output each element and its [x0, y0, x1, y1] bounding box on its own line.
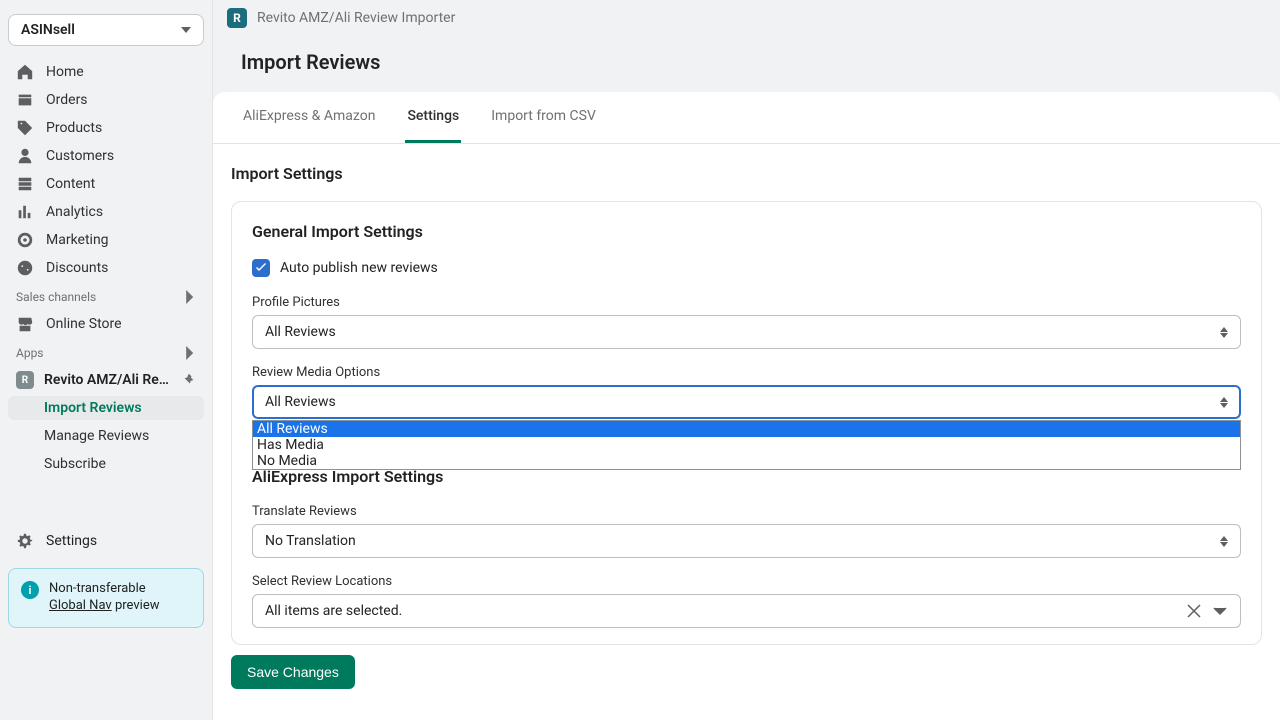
- auto-publish-label: Auto publish new reviews: [280, 260, 438, 276]
- nav-content[interactable]: Content: [8, 170, 204, 198]
- nav-marketing[interactable]: Marketing: [8, 226, 204, 254]
- store-icon: [16, 315, 34, 333]
- page-title: Import Reviews: [213, 36, 1280, 92]
- clear-icon[interactable]: [1186, 603, 1202, 619]
- tab-aliexpress-amazon[interactable]: AliExpress & Amazon: [241, 92, 377, 143]
- subnav-import-reviews[interactable]: Import Reviews: [8, 396, 204, 420]
- topbar: R Revito AMZ/Ali Review Importer: [213, 0, 1280, 36]
- settings-panel: General Import Settings Auto publish new…: [231, 201, 1262, 645]
- locations-multiselect[interactable]: All items are selected.: [252, 594, 1241, 628]
- store-name: ASINsell: [21, 22, 75, 38]
- nav-home[interactable]: Home: [8, 58, 204, 86]
- import-settings-heading: Import Settings: [231, 164, 1262, 183]
- app-name: Revito AMZ/Ali Review Importer: [257, 10, 455, 26]
- pin-icon[interactable]: [182, 373, 196, 387]
- subnav-manage-reviews[interactable]: Manage Reviews: [8, 424, 204, 448]
- info-icon: i: [21, 581, 39, 599]
- nav-online-store[interactable]: Online Store: [8, 310, 204, 338]
- nav-products[interactable]: Products: [8, 114, 204, 142]
- notice-link[interactable]: Global Nav: [49, 598, 112, 613]
- review-media-label: Review Media Options: [252, 365, 1241, 380]
- marketing-icon: [16, 231, 34, 249]
- nav-discounts[interactable]: Discounts: [8, 254, 204, 282]
- tab-import-csv[interactable]: Import from CSV: [489, 92, 598, 143]
- save-changes-button[interactable]: Save Changes: [231, 655, 355, 689]
- nav-orders[interactable]: Orders: [8, 86, 204, 114]
- translate-reviews-label: Translate Reviews: [252, 504, 1241, 519]
- translate-reviews-select[interactable]: No Translation: [252, 524, 1241, 558]
- chevron-right-icon: [182, 290, 196, 304]
- profile-pictures-label: Profile Pictures: [252, 295, 1241, 310]
- chevron-right-icon: [182, 346, 196, 360]
- nav-settings[interactable]: Settings: [8, 526, 204, 556]
- dropdown-option-all[interactable]: All Reviews: [253, 421, 1240, 437]
- subnav-subscribe[interactable]: Subscribe: [8, 452, 204, 476]
- notice-banner: i Non-transferable Global Nav preview: [8, 568, 204, 628]
- dropdown-option-no-media[interactable]: No Media: [253, 453, 1240, 469]
- auto-publish-checkbox[interactable]: [252, 259, 270, 277]
- locations-label: Select Review Locations: [252, 574, 1241, 589]
- app-logo-icon: R: [16, 371, 34, 389]
- analytics-icon: [16, 203, 34, 221]
- chevron-down-icon: [181, 25, 191, 35]
- orders-icon: [16, 91, 34, 109]
- review-media-dropdown: All Reviews Has Media No Media: [252, 420, 1241, 470]
- profile-pictures-select[interactable]: All Reviews: [252, 315, 1241, 349]
- select-caret-icon: [1220, 327, 1228, 338]
- content-icon: [16, 175, 34, 193]
- store-selector[interactable]: ASINsell: [8, 14, 204, 46]
- chevron-down-icon: [1212, 603, 1228, 619]
- nav-analytics[interactable]: Analytics: [8, 198, 204, 226]
- discounts-icon: [16, 259, 34, 277]
- notice-line1: Non-transferable: [49, 581, 159, 598]
- nav-customers[interactable]: Customers: [8, 142, 204, 170]
- sales-channels-header[interactable]: Sales channels: [8, 282, 204, 310]
- apps-header[interactable]: Apps: [8, 338, 204, 366]
- dropdown-option-has-media[interactable]: Has Media: [253, 437, 1240, 453]
- tab-settings[interactable]: Settings: [405, 92, 461, 143]
- general-settings-heading: General Import Settings: [252, 222, 1241, 241]
- home-icon: [16, 63, 34, 81]
- products-icon: [16, 119, 34, 137]
- customers-icon: [16, 147, 34, 165]
- select-caret-icon: [1220, 536, 1228, 547]
- select-caret-icon: [1220, 397, 1228, 408]
- gear-icon: [16, 532, 34, 550]
- review-media-select[interactable]: All Reviews: [252, 385, 1241, 419]
- app-revito[interactable]: R Revito AMZ/Ali Revi…: [8, 366, 204, 394]
- check-icon: [255, 262, 267, 274]
- app-logo: R: [227, 8, 247, 28]
- tabs: AliExpress & Amazon Settings Import from…: [213, 92, 1280, 144]
